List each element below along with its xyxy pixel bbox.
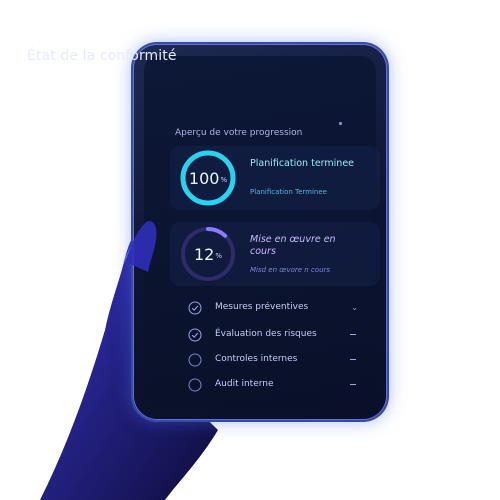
checklist-label: Controles internes (215, 354, 298, 364)
progress-value-implementation: 12 % (178, 224, 238, 284)
circle-icon (188, 353, 202, 367)
progress-number: 12 (193, 244, 215, 264)
percent-sign: % (220, 175, 228, 184)
card-title-planning: Planification terminee (250, 158, 355, 169)
circle-icon (188, 378, 202, 392)
dash-icon (350, 384, 356, 385)
more-indicator-icon (339, 122, 342, 125)
progress-value-planning: 100 % (178, 148, 238, 208)
page-title: État de la conformité (27, 48, 177, 64)
card-title-implementation: Mise en œuvre en cours (250, 234, 336, 257)
card-subtitle-implementation: Misd en œvore n cours (250, 266, 331, 274)
progress-card-implementation[interactable]: 12 % Mise en œuvre en cours Misd en œvor… (170, 222, 380, 286)
dash-icon (350, 334, 356, 335)
checklist-item-preventive[interactable]: Mesures préventives ⌄ (188, 300, 388, 318)
checklist-label: Audit interne (215, 379, 274, 389)
checklist-item-risk[interactable]: Évaluation des risques (188, 327, 388, 345)
progress-card-planning[interactable]: 100 % Planification terminee Planificati… (170, 146, 380, 210)
progress-number: 100 (188, 168, 220, 188)
check-circle-icon (188, 301, 202, 315)
chevron-down-icon[interactable]: ⌄ (351, 303, 358, 312)
checklist-item-controls[interactable]: Controles internes (188, 352, 388, 370)
percent-sign: % (215, 251, 222, 260)
checklist-item-audit[interactable]: Audit interne (188, 377, 388, 395)
checklist-label: Évaluation des risques (215, 329, 317, 339)
checklist-label: Mesures préventives (215, 302, 309, 312)
page-subtitle: Aperçu de votre progression (175, 128, 303, 138)
dash-icon (350, 359, 356, 360)
check-circle-icon (188, 328, 202, 342)
card-subtitle-planning: Planification Terminee (250, 188, 327, 196)
